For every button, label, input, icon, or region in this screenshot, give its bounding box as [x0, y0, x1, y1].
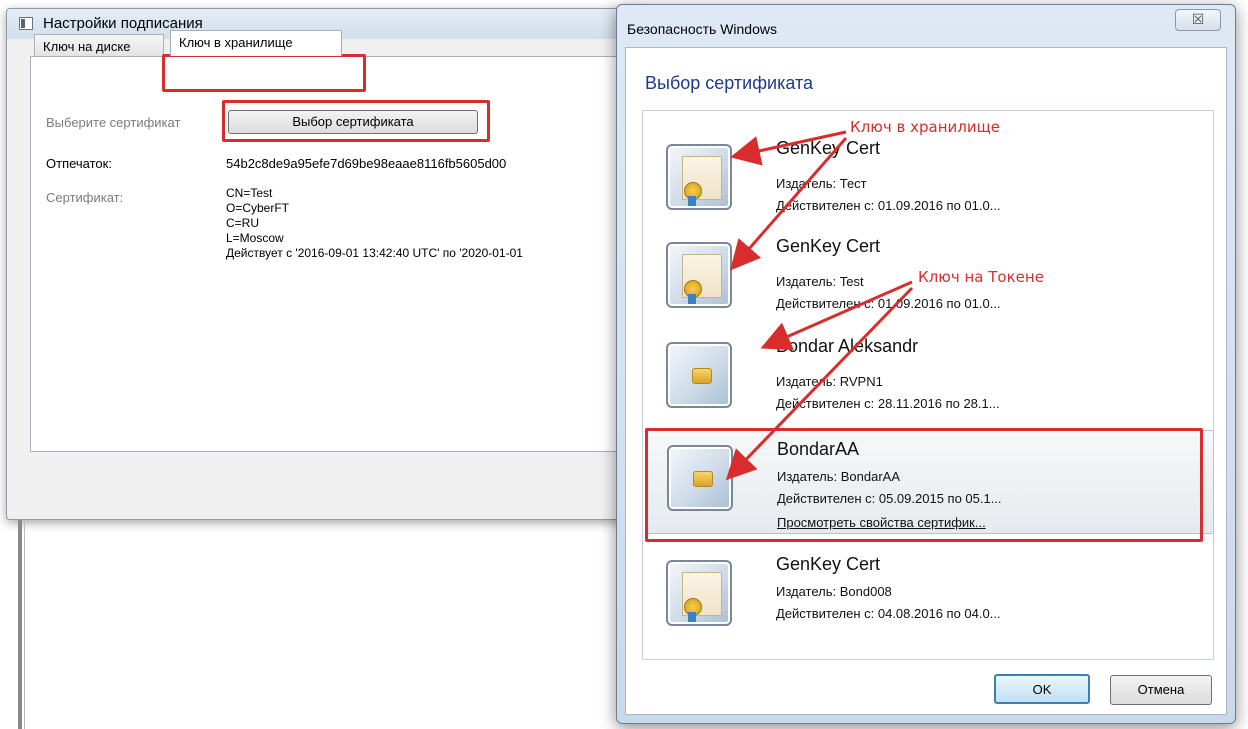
certificate-validity: Действителен с: 28.11.2016 по 28.1...: [776, 396, 1000, 411]
thumbprint-value: 54b2c8de9a95efe7d69be98eaae8116fb5605d00: [226, 156, 507, 171]
certificate-label: Сертификат:: [46, 190, 124, 205]
background-window-edge-line: [24, 520, 25, 729]
window-icon: [19, 17, 33, 30]
select-certificate-label: Выберите сертификат: [46, 115, 181, 130]
certificate-icon: [666, 560, 732, 626]
certificate-o: O=CyberFT: [226, 201, 290, 215]
certificate-ribbon: [688, 612, 696, 622]
certificate-validity: Действителен с: 04.08.2016 по 04.0...: [776, 606, 1001, 621]
ok-button[interactable]: OK: [994, 674, 1090, 704]
smartcard-chip: [692, 368, 712, 384]
certificate-issuer: Издатель: Тест: [776, 176, 867, 191]
certificate-issuer: Издатель: RVPN1: [776, 374, 883, 389]
background-window-edge: [18, 520, 22, 729]
certificate-issuer: Издатель: Test: [776, 274, 864, 289]
certificate-item[interactable]: GenKey Cert Издатель: Bond008 Действител…: [646, 546, 1214, 642]
certificate-icon: [666, 242, 732, 308]
smartcard-icon: [666, 342, 732, 408]
tab-key-on-disk[interactable]: Ключ на диске: [34, 34, 164, 56]
certificate-validity: Действителен с: 01.09.2016 по 01.0...: [776, 296, 1001, 311]
certificate-name: GenKey Cert: [776, 236, 881, 256]
certificate-cn: CN=Test: [226, 186, 273, 200]
dialog-heading: Выбор сертификата: [645, 73, 814, 93]
certificate-item[interactable]: Bondar Aleksandr Издатель: RVPN1 Действи…: [646, 328, 1214, 424]
highlight-select-button: [222, 100, 490, 142]
tab-key-in-store[interactable]: Ключ в хранилище: [170, 30, 342, 56]
close-button[interactable]: ☒: [1175, 9, 1221, 31]
certificate-ribbon: [688, 294, 696, 304]
tab-label: Ключ на диске: [43, 39, 131, 54]
certificate-l: L=Moscow: [226, 231, 284, 245]
cancel-button[interactable]: Отмена: [1110, 675, 1212, 705]
certificate-validity: Действителен с: 01.09.2016 по 01.0...: [776, 198, 1001, 213]
annotation-store-key: Ключ в хранилище: [850, 118, 1000, 136]
certificate-issuer: Издатель: Bond008: [776, 584, 892, 599]
highlight-store-tab: [162, 54, 366, 92]
window-title: Безопасность Windows: [627, 21, 777, 37]
certificate-icon: [666, 144, 732, 210]
certificate-c: C=RU: [226, 216, 260, 230]
certificate-validity: Действует с '2016-09-01 13:42:40 UTC' по…: [226, 246, 523, 260]
thumbprint-label: Отпечаток:: [46, 156, 112, 171]
close-icon: ☒: [1191, 12, 1205, 28]
certificate-item[interactable]: GenKey Cert Издатель: Тест Действителен …: [646, 130, 1214, 226]
highlight-selected-certificate: [645, 428, 1203, 542]
annotation-token-key: Ключ на Токене: [918, 268, 1044, 286]
certificate-details: CN=Test O=CyberFT C=RU L=Moscow Действуе…: [226, 186, 636, 261]
certificate-name: GenKey Cert: [776, 554, 881, 574]
certificate-name: Bondar Aleksandr: [776, 336, 919, 356]
tab-label: Ключ в хранилище: [179, 35, 293, 50]
certificate-ribbon: [688, 196, 696, 206]
certificate-name: GenKey Cert: [776, 138, 881, 158]
